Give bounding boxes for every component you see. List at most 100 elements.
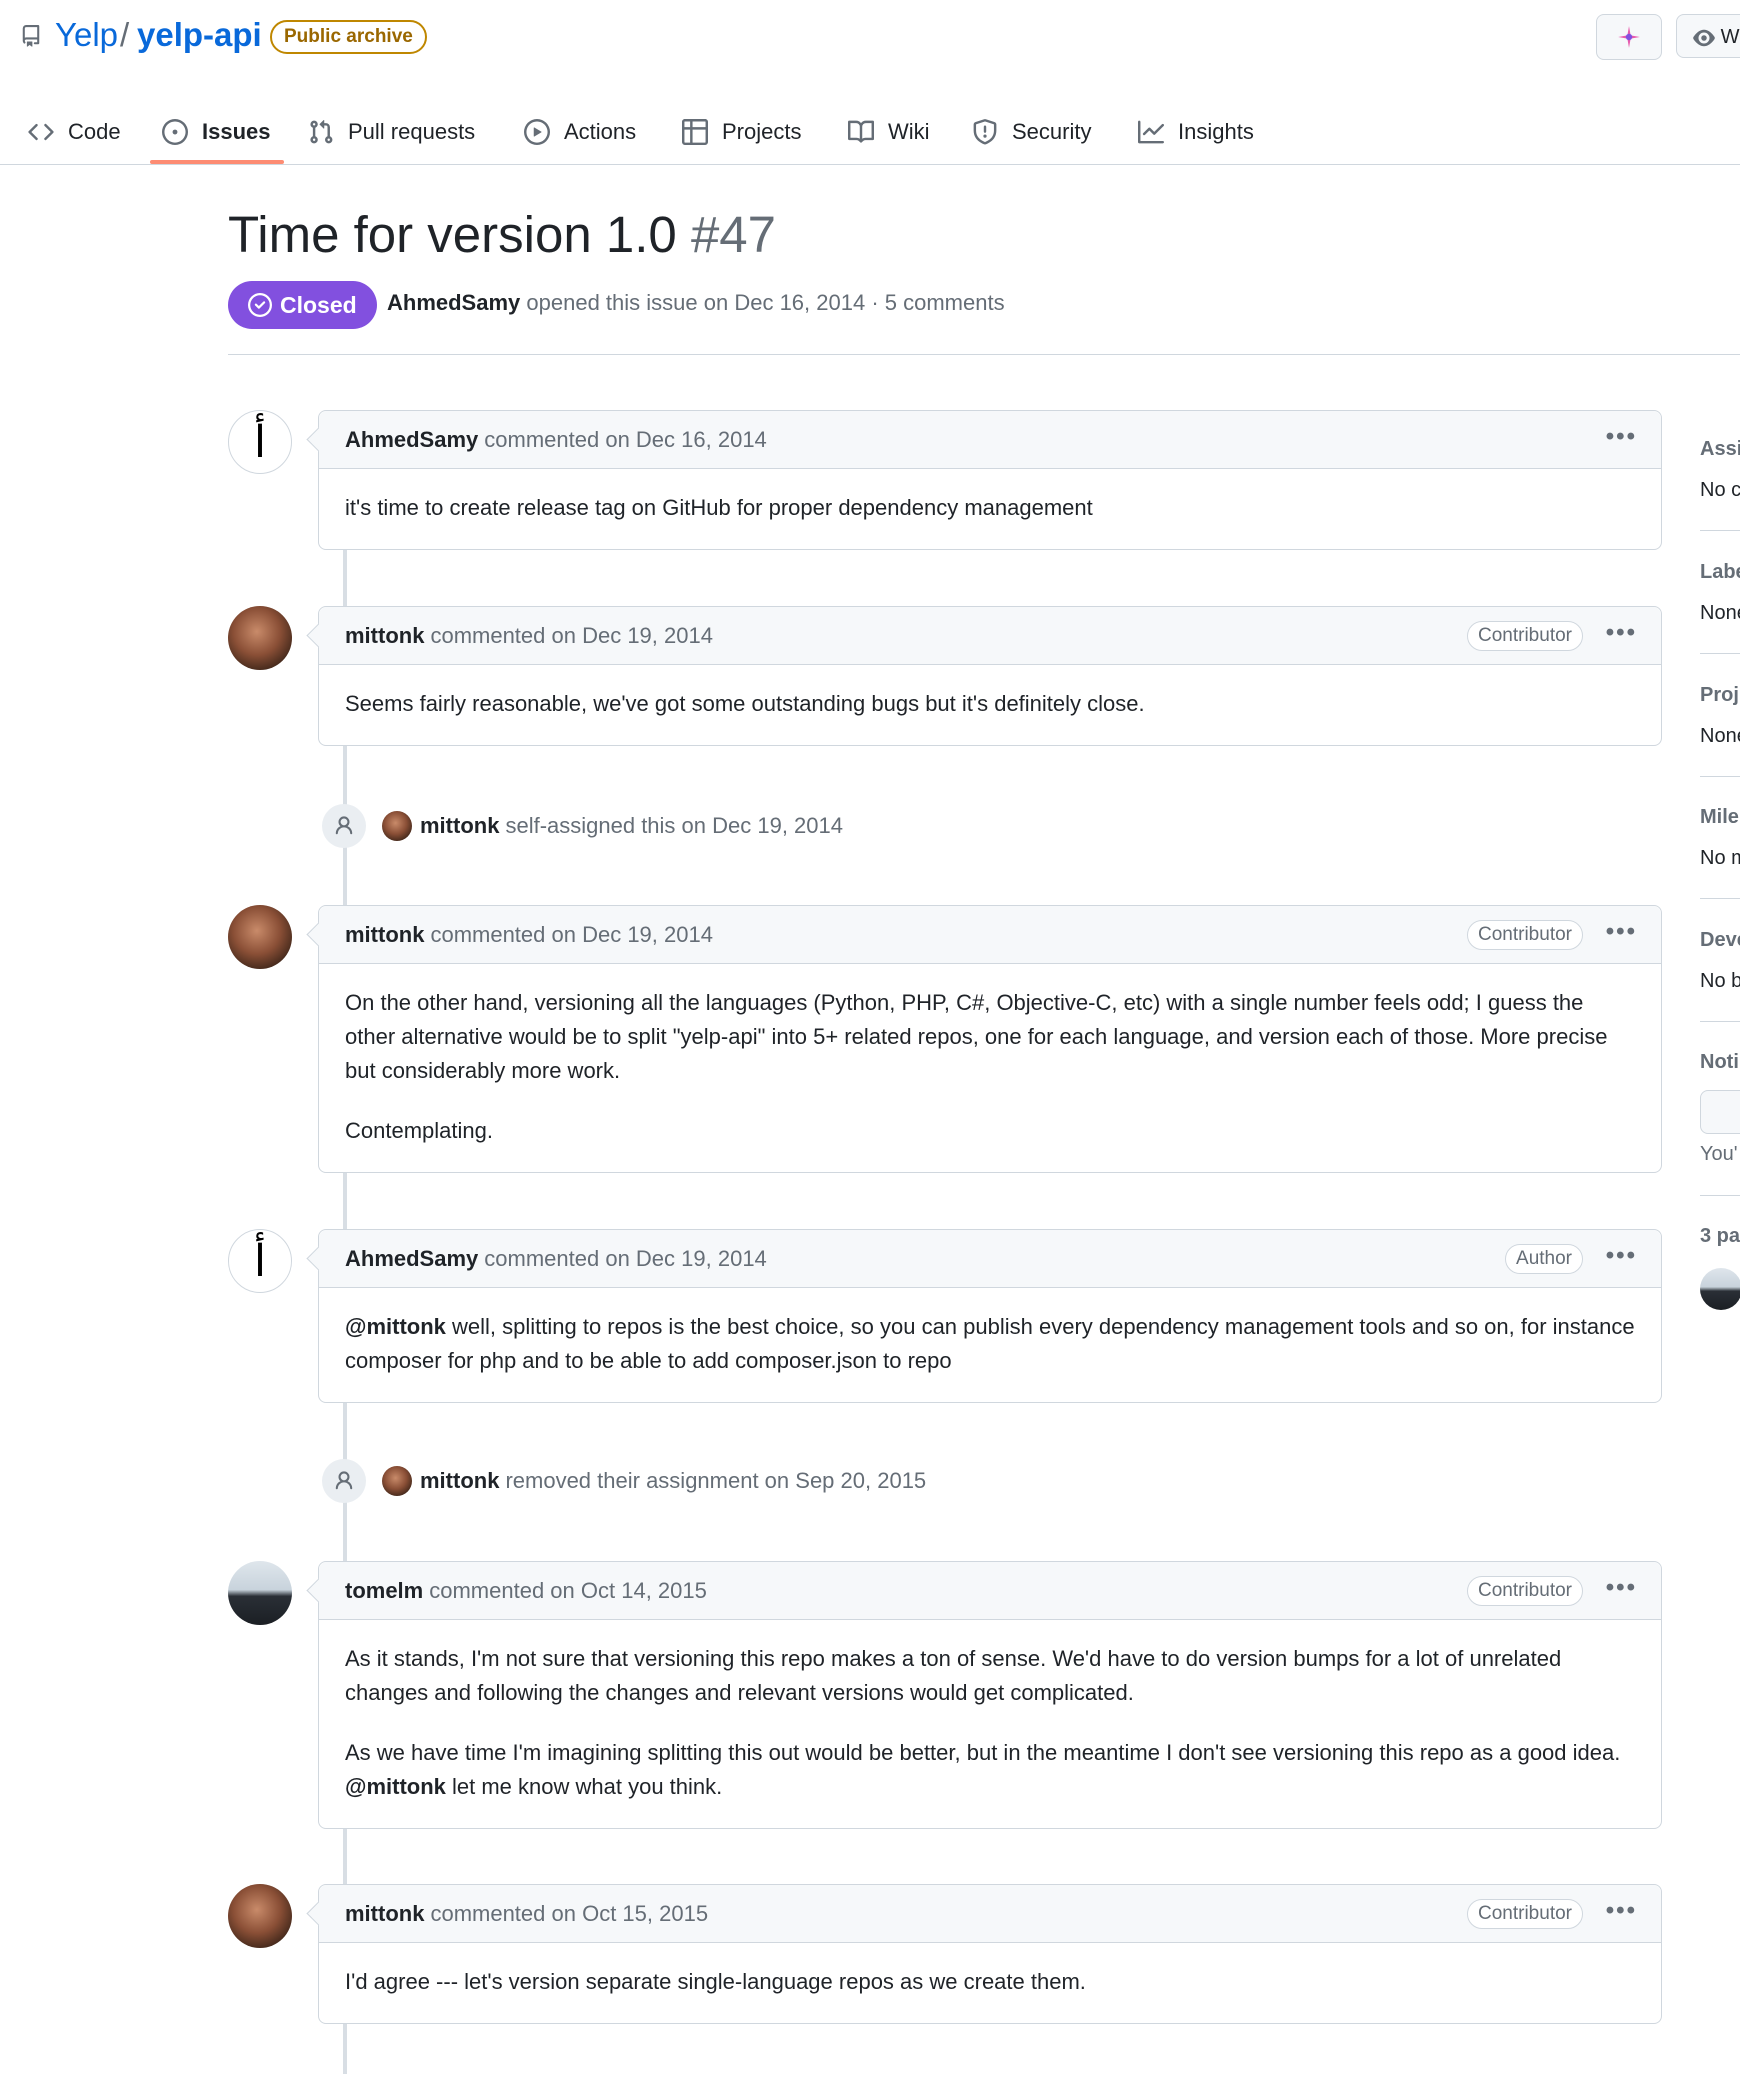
sidebar-divider (1700, 1195, 1740, 1196)
contributor-badge: Contributor (1467, 1899, 1583, 1929)
sidebar-milestone-heading[interactable]: Mile (1700, 806, 1739, 829)
avatar[interactable]: أ (228, 1229, 292, 1293)
comment-author-link[interactable]: tomelm (345, 1578, 423, 1604)
comment-body: it's time to create release tag on GitHu… (319, 469, 1661, 549)
comment-menu-button[interactable]: ••• (1606, 423, 1637, 451)
issue-meta: AhmedSamy opened this issue on Dec 16, 2… (387, 290, 1005, 316)
comment-header: mittonk commented on Dec 19, 2014 Contri… (319, 607, 1661, 665)
issue-meta-text: opened this issue on Dec 16, 2014 · 5 co… (526, 290, 1005, 315)
pull-request-icon (310, 119, 333, 144)
comment-paragraph: On the other hand, versioning all the la… (345, 990, 1608, 1083)
comment-menu-button[interactable]: ••• (1606, 619, 1637, 647)
sidebar-projects-heading[interactable]: Proj (1700, 684, 1739, 707)
tab-pull-requests[interactable]: Pull requests (308, 100, 475, 164)
comment-author-link[interactable]: mittonk (345, 922, 424, 948)
comment-paragraph: As we have time I'm imagining splitting … (345, 1736, 1635, 1804)
person-icon (335, 816, 353, 835)
participant-avatar[interactable] (1700, 1268, 1740, 1310)
tab-insights[interactable]: Insights (1138, 100, 1254, 164)
comment-timestamp[interactable]: commented on Dec 19, 2014 (430, 922, 713, 948)
tab-wiki[interactable]: Wiki (848, 100, 930, 164)
comment-timestamp[interactable]: commented on Dec 16, 2014 (484, 427, 767, 453)
comment-menu-button[interactable]: ••• (1606, 1574, 1637, 1602)
comment-header: AhmedSamy commented on Dec 16, 2014 ••• (319, 411, 1661, 469)
comment-body: I'd agree --- let's version separate sin… (319, 1943, 1661, 2023)
comment-paragraph: @mittonk well, splitting to repos is the… (345, 1310, 1635, 1378)
event-actor-link[interactable]: mittonk (420, 1468, 499, 1494)
tab-code[interactable]: Code (28, 100, 121, 164)
comment-body: Seems fairly reasonable, we've got some … (319, 665, 1661, 745)
avatar[interactable]: أ (228, 410, 292, 474)
sidebar-assignees-heading[interactable]: Assi (1700, 438, 1740, 461)
person-icon (335, 1471, 353, 1490)
avatar[interactable] (228, 1561, 292, 1625)
shield-icon (973, 119, 997, 145)
comment-header: tomelm commented on Oct 14, 2015 Contrib… (319, 1562, 1661, 1620)
issue-author-link[interactable]: AhmedSamy (387, 290, 520, 315)
active-tab-underline (150, 160, 284, 164)
tab-actions[interactable]: Actions (524, 100, 636, 164)
watch-label: W (1720, 26, 1740, 48)
sidebar-participants-heading: 3 pa (1700, 1225, 1740, 1247)
comment-timestamp[interactable]: commented on Dec 19, 2014 (430, 623, 713, 649)
comment-menu-button[interactable]: ••• (1606, 1897, 1637, 1925)
event-actor-link[interactable]: mittonk (420, 813, 499, 839)
sidebar-development-heading[interactable]: Deve (1700, 929, 1740, 952)
play-icon (524, 119, 550, 145)
event-icon (322, 1459, 366, 1503)
repo-owner-link[interactable]: Yelp (55, 16, 118, 54)
check-circle-icon (248, 293, 272, 317)
contributor-badge: Contributor (1467, 1576, 1583, 1606)
comment-paragraph: Seems fairly reasonable, we've got some … (345, 691, 1145, 716)
mention-link[interactable]: @mittonk (345, 1314, 446, 1339)
avatar[interactable] (228, 905, 292, 969)
sidebar-labels-value: None (1700, 602, 1740, 624)
repo-separator: / (120, 16, 130, 53)
sidebar-divider (1700, 898, 1740, 899)
tab-projects-label: Projects (722, 119, 802, 144)
comment-timestamp[interactable]: commented on Oct 14, 2015 (429, 1578, 707, 1604)
sidebar-assignees-value: No c (1700, 479, 1740, 501)
event-avatar[interactable] (382, 811, 412, 841)
comment-author-link[interactable]: AhmedSamy (345, 1246, 478, 1272)
comment-timestamp[interactable]: commented on Dec 19, 2014 (484, 1246, 767, 1272)
sidebar-notifications-value: You' (1700, 1143, 1738, 1165)
comment-menu-button[interactable]: ••• (1606, 918, 1637, 946)
comment-timestamp[interactable]: commented on Oct 15, 2015 (430, 1901, 708, 1927)
sidebar-divider (1700, 530, 1740, 531)
tab-issues[interactable]: Issues (162, 100, 271, 164)
sidebar-subscribe-button[interactable] (1700, 1090, 1740, 1134)
event-icon (322, 804, 366, 848)
avatar[interactable] (228, 1884, 292, 1948)
graph-icon (1138, 120, 1164, 144)
title-divider (228, 354, 1740, 355)
sidebar-labels-heading[interactable]: Labe (1700, 561, 1740, 584)
mention-link[interactable]: @mittonk (345, 1774, 446, 1799)
watch-button[interactable]: W (1676, 14, 1740, 58)
issue-number: #47 (690, 206, 777, 263)
repo-name-link[interactable]: yelp-api (137, 16, 262, 54)
sidebar-divider (1700, 1021, 1740, 1022)
timeline-event: mittonk removed their assignment on Sep … (322, 1459, 926, 1503)
sidebar-divider (1700, 776, 1740, 777)
archive-badge: Public archive (270, 20, 427, 54)
comment-menu-button[interactable]: ••• (1606, 1242, 1637, 1270)
table-icon (682, 119, 708, 145)
tab-issues-label: Issues (202, 119, 271, 144)
comment-author-link[interactable]: mittonk (345, 623, 424, 649)
avatar[interactable] (228, 606, 292, 670)
repo-icon (22, 25, 40, 47)
copilot-button[interactable] (1596, 14, 1662, 60)
comment-author-link[interactable]: mittonk (345, 1901, 424, 1927)
sidebar-development-value: No b (1700, 970, 1740, 992)
comment-paragraph: it's time to create release tag on GitHu… (345, 495, 1093, 520)
tab-security[interactable]: Security (972, 100, 1091, 164)
comment-paragraph: I'd agree --- let's version separate sin… (345, 1969, 1086, 1994)
copilot-sparkle-icon (1618, 26, 1640, 48)
tab-projects[interactable]: Projects (682, 100, 801, 164)
issue-title-text: Time for version 1.0 (228, 206, 677, 263)
event-avatar[interactable] (382, 1466, 412, 1496)
comment-text: As we have time I'm imagining splitting … (345, 1740, 1621, 1765)
event-text: self-assigned this on Dec 19, 2014 (505, 813, 843, 838)
comment-author-link[interactable]: AhmedSamy (345, 427, 478, 453)
